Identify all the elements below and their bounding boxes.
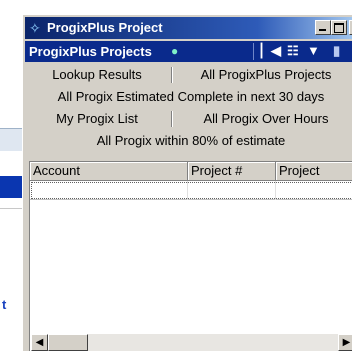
cell-divider: [275, 181, 276, 200]
column-header-project[interactable]: Project: [276, 162, 352, 181]
projects-table: Account Project # Project ◀ ▶: [29, 161, 352, 351]
background-link-fragment[interactable]: t: [2, 297, 6, 312]
column-header-account[interactable]: Account: [30, 162, 188, 181]
cell-divider: [187, 181, 188, 200]
progixplus-project-window: ✧ ProgixPlus Project ProgixPlus Projects…: [22, 14, 352, 351]
tab-divider: [171, 111, 172, 127]
scroll-left-button[interactable]: ◀: [31, 334, 48, 351]
skip-first-icon[interactable]: ▏◀: [261, 43, 281, 59]
background-sidebar-strip: [0, 128, 22, 151]
status-indicator-icon: ●: [171, 44, 179, 58]
tab-divider: [171, 67, 172, 83]
background-divider: [0, 208, 22, 209]
grid-view-icon[interactable]: ☷: [287, 43, 299, 59]
tab-all-progixplus-projects[interactable]: All ProgixPlus Projects: [177, 65, 352, 85]
scroll-right-button[interactable]: ▶: [338, 334, 352, 351]
minimize-button[interactable]: [315, 20, 331, 35]
tab-row-3: My Progix List All Progix Over Hours: [27, 109, 352, 129]
panel-icon[interactable]: ▮: [333, 43, 340, 59]
toolbar-divider: [253, 43, 254, 60]
table-header: Account Project # Project: [30, 162, 352, 181]
title-bar[interactable]: ✧ ProgixPlus Project: [25, 17, 352, 39]
column-header-project-number[interactable]: Project #: [188, 162, 276, 181]
table-row[interactable]: [30, 181, 352, 200]
scrollbar-thumb[interactable]: [48, 334, 88, 351]
app-icon: ✧: [29, 20, 41, 36]
tab-estimated-complete-30-days[interactable]: All Progix Estimated Complete in next 30…: [27, 87, 352, 107]
tab-all-progix-over-hours[interactable]: All Progix Over Hours: [177, 109, 352, 129]
toolbar-title: ProgixPlus Projects: [29, 44, 152, 59]
tab-row-4: All Progix within 80% of estimate: [27, 131, 352, 151]
tab-lookup-results[interactable]: Lookup Results: [27, 65, 167, 85]
maximize-button[interactable]: [331, 20, 347, 35]
background-selected-item: [0, 176, 22, 198]
tab-row-1: Lookup Results All ProgixPlus Projects: [27, 65, 352, 85]
horizontal-scrollbar[interactable]: ◀ ▶: [31, 334, 352, 351]
toolbar: ProgixPlus Projects ● ▏◀ ☷ ▼ ▮: [25, 41, 352, 62]
tab-my-progix-list[interactable]: My Progix List: [27, 109, 167, 129]
window-title: ProgixPlus Project: [47, 20, 163, 35]
tab-within-80-percent-estimate[interactable]: All Progix within 80% of estimate: [27, 131, 352, 151]
chevron-down-icon[interactable]: ▼: [307, 43, 320, 59]
tab-row-2: All Progix Estimated Complete in next 30…: [27, 87, 352, 107]
